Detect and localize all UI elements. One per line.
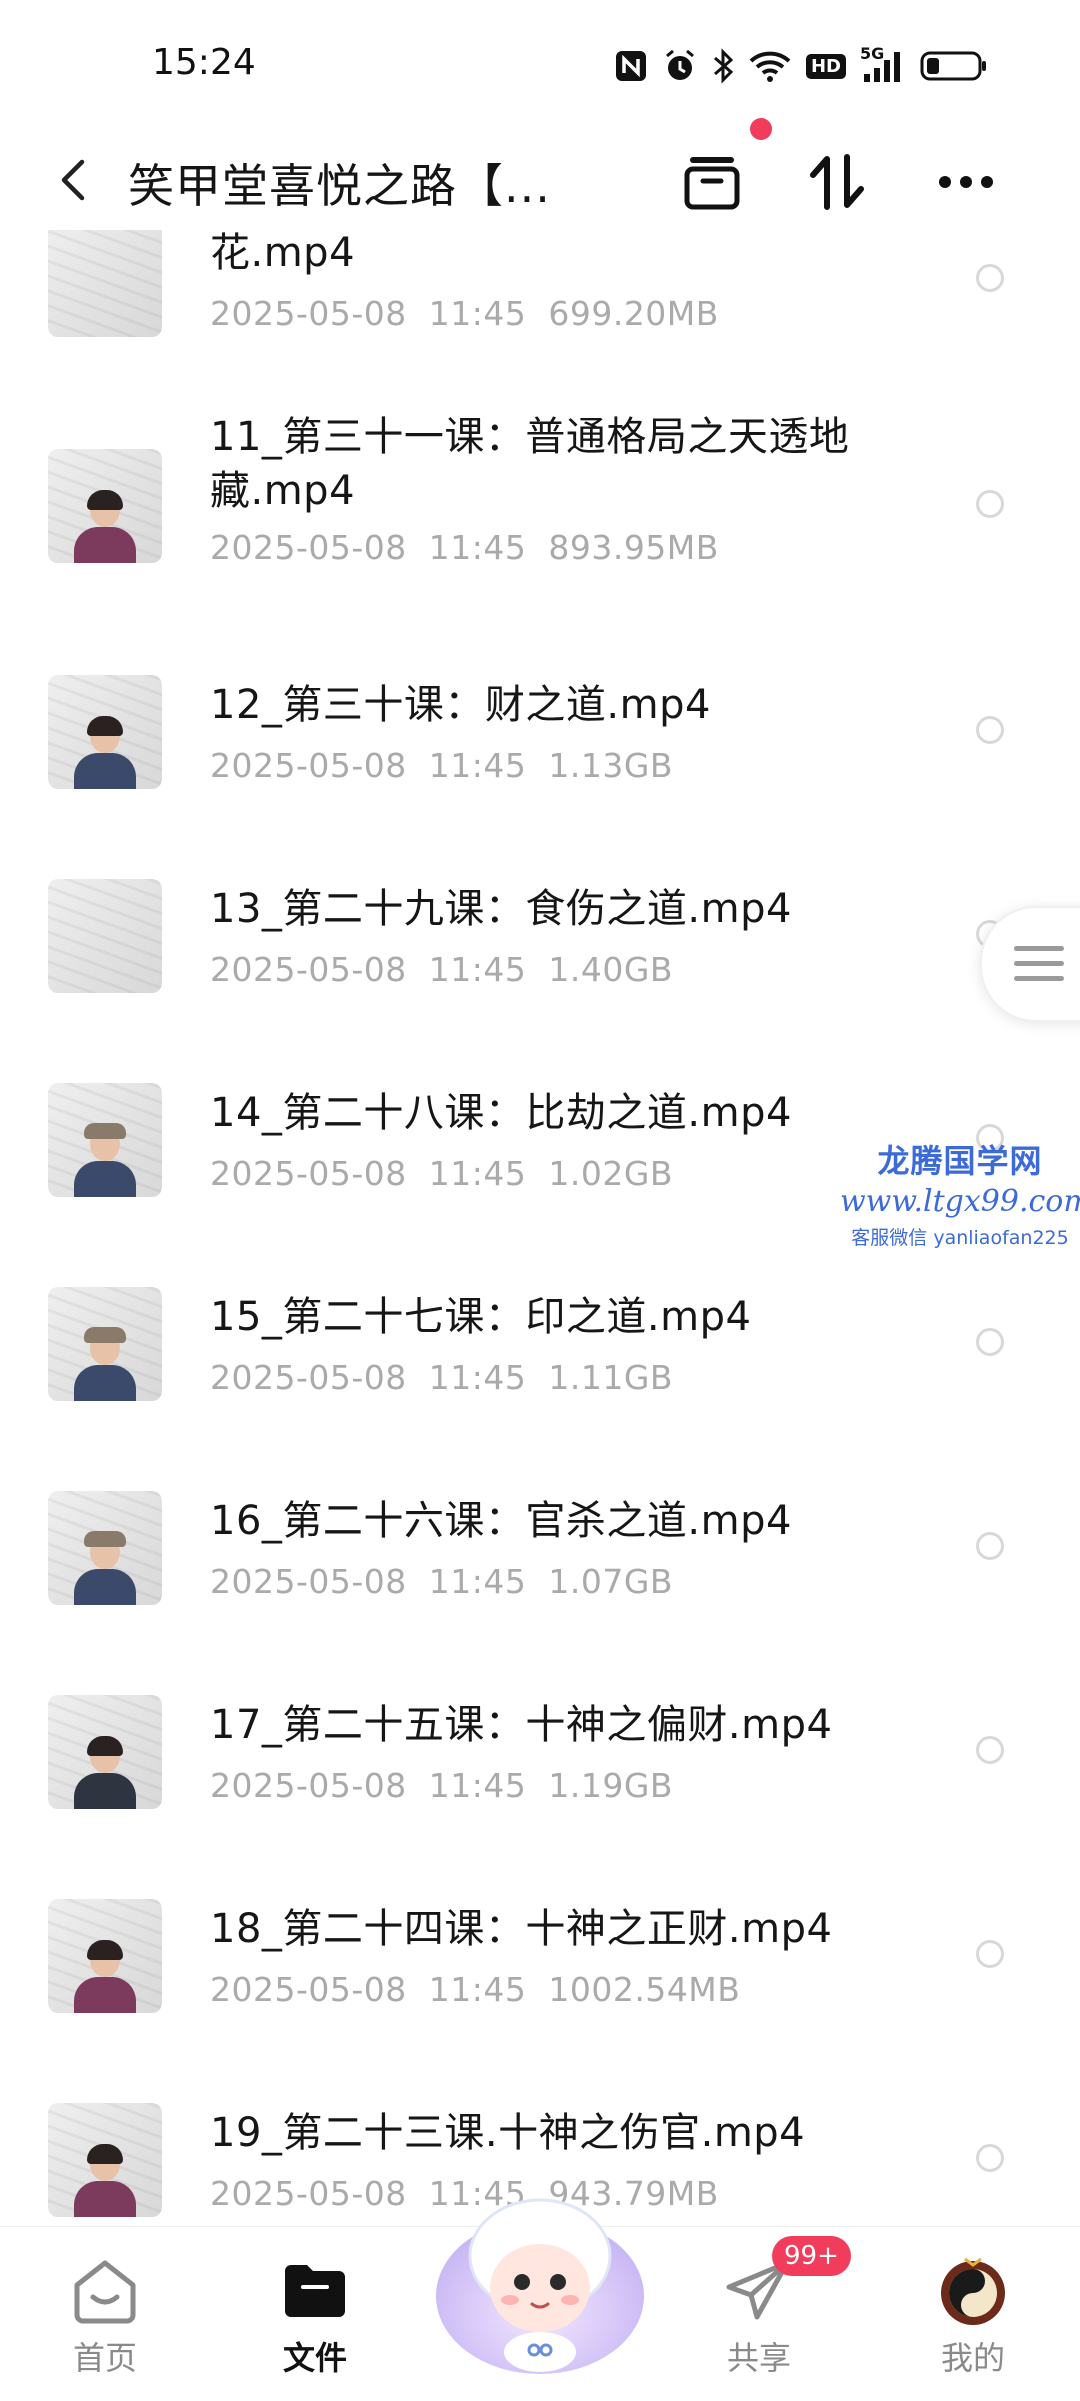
top-app-bar: 笑甲堂喜悦之路【... <box>0 130 1080 230</box>
select-radio[interactable] <box>976 2144 1004 2172</box>
file-meta: 2025-05-08 11:45 1.19GB <box>210 1766 674 1805</box>
bluetooth-icon <box>712 46 734 86</box>
status-icons: HD 5G <box>614 44 988 86</box>
file-name: 19_第二十三课.十神之伤官.mp4 <box>210 2110 806 2156</box>
hd-label: HD <box>805 53 846 79</box>
file-row[interactable]: 18_第二十四课：十神之正财.mp4 2025-05-08 11:45 1002.… <box>0 1854 1080 2058</box>
home-icon <box>69 2255 141 2327</box>
file-meta: 2025-05-08 11:45 1.11GB <box>210 1358 674 1397</box>
watermark-line-3: 客服微信 yanliaofan225 <box>851 1227 1069 1249</box>
nfc-icon <box>614 46 648 86</box>
notification-dot <box>750 118 772 140</box>
select-radio[interactable] <box>976 1736 1004 1764</box>
file-row[interactable]: 13_第二十九课：食伤之道.mp4 2025-05-08 11:45 1.40GB <box>0 834 1080 1038</box>
signal-5g-icon: 5G <box>860 44 906 86</box>
file-meta: 2025-05-08 11:45 1.40GB <box>210 950 674 989</box>
video-thumbnail <box>48 1899 162 2013</box>
more-icon <box>939 176 993 188</box>
archive-button[interactable] <box>676 146 748 218</box>
page-title: 笑甲堂喜悦之路【... <box>128 159 551 213</box>
back-arrow-icon <box>61 159 85 201</box>
video-thumbnail <box>48 1083 162 1197</box>
file-name: 11_第三十一课：普通格局之天透地藏.mp4 <box>210 414 850 514</box>
file-meta: 2025-05-08 11:45 699.20MB <box>210 294 719 333</box>
folder-icon <box>279 2255 351 2327</box>
select-radio[interactable] <box>976 1940 1004 1968</box>
nav-home-label: 首页 <box>72 2339 137 2377</box>
video-thumbnail <box>48 230 162 337</box>
file-row[interactable]: 11_第三十一课：普通格局之天透地藏.mp4 2025-05-08 11:45 8… <box>0 382 1080 630</box>
status-time: 15:24 <box>152 42 256 83</box>
archive-icon <box>684 157 740 210</box>
file-row[interactable]: 16_第二十六课：官杀之道.mp4 2025-05-08 11:45 1.07GB <box>0 1446 1080 1650</box>
file-meta: 2025-05-08 11:45 1.02GB <box>210 1154 674 1193</box>
nav-share-label: 共享 <box>726 2339 791 2377</box>
file-row[interactable]: 12_第三十课：财之道.mp4 2025-05-08 11:45 1.13GB <box>0 630 1080 834</box>
mascot-assistant-button[interactable] <box>430 2176 650 2376</box>
menu-lines-icon <box>1014 946 1064 991</box>
file-name: 13_第二十九课：食伤之道.mp4 <box>210 886 792 932</box>
file-name: 18_第二十四课：十神之正财.mp4 <box>210 1906 833 1952</box>
alarm-icon <box>662 46 698 86</box>
video-thumbnail <box>48 2103 162 2217</box>
select-radio[interactable] <box>976 264 1004 292</box>
file-row[interactable]: 15_第二十七课：印之道.mp4 2025-05-08 11:45 1.11GB <box>0 1242 1080 1446</box>
file-row[interactable]: 17_第二十五课：十神之偏财.mp4 2025-05-08 11:45 1.19G… <box>0 1650 1080 1854</box>
nav-home[interactable]: 首页 <box>30 2255 180 2379</box>
file-meta: 2025-05-08 11:45 1002.54MB <box>210 1970 741 2009</box>
video-thumbnail <box>48 675 162 789</box>
select-radio[interactable] <box>976 1532 1004 1560</box>
back-button[interactable] <box>48 152 104 208</box>
share-badge: 99+ <box>772 2236 851 2276</box>
nav-mine[interactable]: 我的 <box>898 2255 1048 2379</box>
wifi-icon <box>748 46 792 86</box>
sort-icon <box>810 154 864 210</box>
video-thumbnail <box>48 1695 162 1809</box>
file-name: 14_第二十八课：比劫之道.mp4 <box>210 1090 792 1136</box>
status-bar: 15:24 HD 5G <box>0 0 1080 130</box>
hd-icon: HD <box>805 46 846 86</box>
nav-files[interactable]: 文件 <box>240 2255 390 2379</box>
avatar-icon <box>937 2255 1009 2327</box>
file-name: 花.mp4 <box>210 230 356 276</box>
file-meta: 2025-05-08 11:45 1.07GB <box>210 1562 674 1601</box>
battery-icon <box>920 46 988 86</box>
net-label: 5G <box>860 44 885 63</box>
select-radio[interactable] <box>976 490 1004 518</box>
select-radio[interactable] <box>976 1328 1004 1356</box>
video-thumbnail <box>48 449 162 563</box>
video-thumbnail <box>48 1491 162 1605</box>
watermark-line-2: www.ltgx99.com <box>840 1184 1080 1219</box>
file-meta: 2025-05-08 11:45 1.13GB <box>210 746 674 785</box>
floating-menu-button[interactable] <box>980 906 1080 1022</box>
watermark: 龙腾国学网 www.ltgx99.com 客服微信 yanliaofan225 <box>840 1136 1080 1250</box>
more-button[interactable] <box>930 146 1002 218</box>
file-name: 12_第三十课：财之道.mp4 <box>210 682 711 728</box>
file-name: 16_第二十六课：官杀之道.mp4 <box>210 1498 792 1544</box>
file-name: 15_第二十七课：印之道.mp4 <box>210 1294 752 1340</box>
mascot-icon <box>436 2198 644 2374</box>
file-meta: 2025-05-08 11:45 893.95MB <box>210 528 719 567</box>
file-name: 17_第二十五课：十神之偏财.mp4 <box>210 1702 833 1748</box>
sort-button[interactable] <box>802 146 874 218</box>
select-radio[interactable] <box>976 716 1004 744</box>
video-thumbnail <box>48 879 162 993</box>
video-thumbnail <box>48 1287 162 1401</box>
watermark-line-1: 龙腾国学网 <box>877 1142 1043 1180</box>
file-row[interactable]: 花.mp4 2025-05-08 11:45 699.20MB <box>0 230 1080 382</box>
nav-files-label: 文件 <box>282 2339 347 2377</box>
nav-mine-label: 我的 <box>940 2339 1005 2377</box>
